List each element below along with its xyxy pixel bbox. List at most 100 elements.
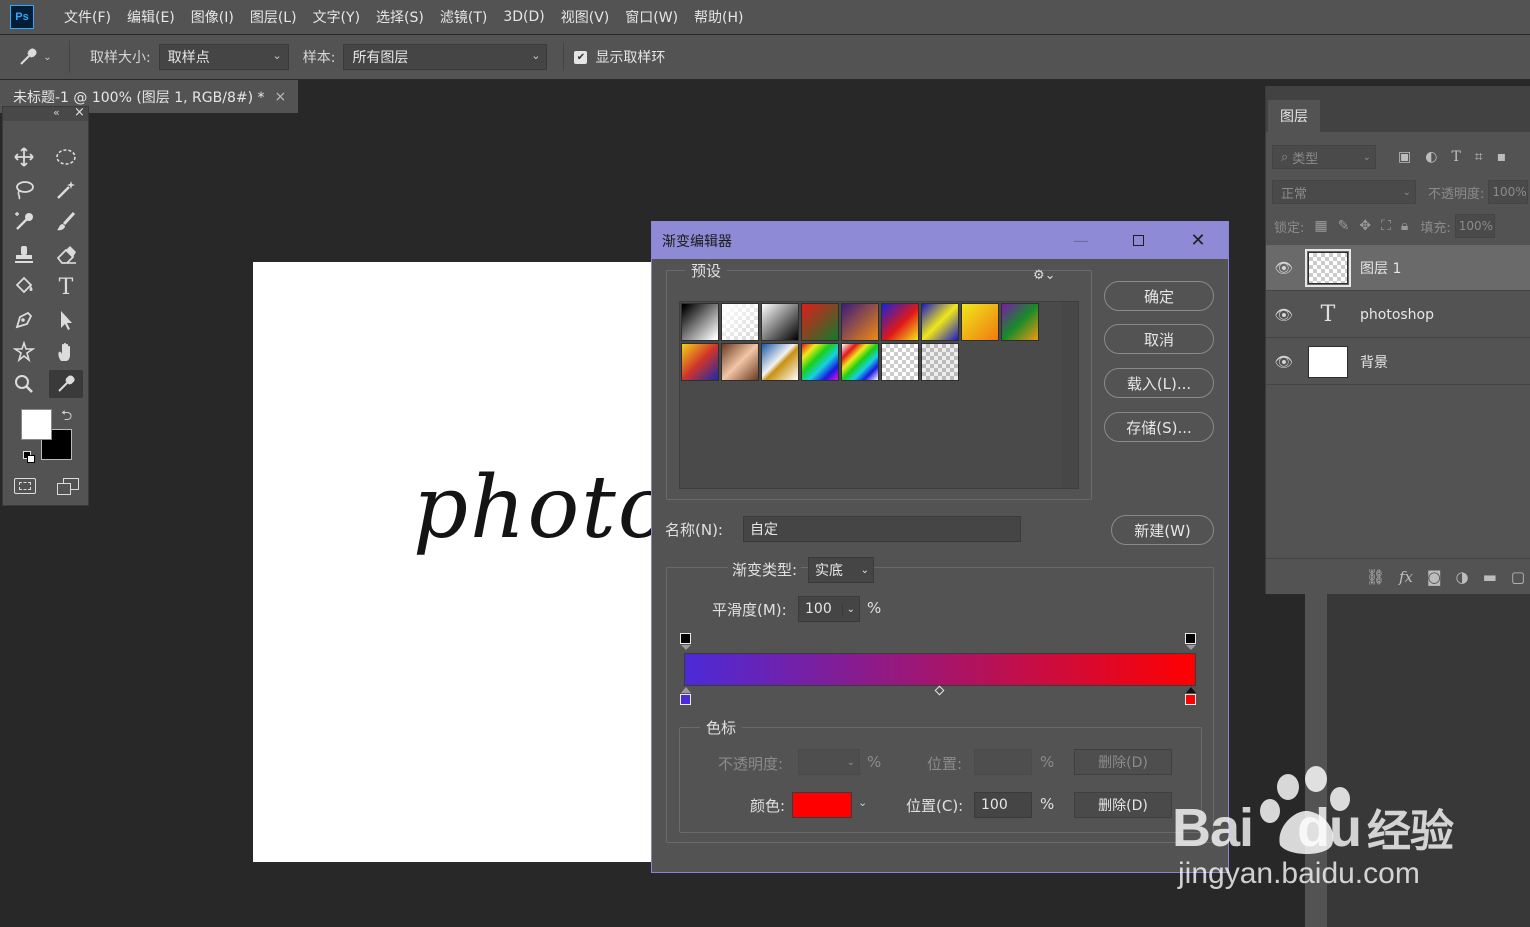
spot-heal-icon[interactable] [7,208,41,236]
lock-position-icon[interactable]: ✥ [1359,218,1371,234]
eyedropper-tool-icon[interactable] [49,370,83,398]
presets-scrollbar[interactable] [1062,302,1078,488]
layer-name[interactable]: photoshop [1360,307,1434,323]
stop-color-swatch[interactable] [792,792,852,818]
brush-icon[interactable] [49,208,83,236]
menu-3d[interactable]: 3D(D) [495,9,552,25]
menu-layer[interactable]: 图层(L) [242,7,305,27]
add-mask-icon[interactable]: ◙ [1427,568,1442,586]
lock-all-icon[interactable]: 🔒︎ [1401,218,1408,234]
quick-mask-icon[interactable] [14,478,36,494]
preset-swatch[interactable] [921,303,959,341]
magic-wand-icon[interactable] [49,176,83,204]
lasso-icon[interactable] [7,176,41,204]
preset-swatch[interactable] [801,343,839,381]
new-layer-icon[interactable]: ▢ [1511,568,1525,586]
opacity-stop-right[interactable] [1185,633,1196,644]
opacity-input[interactable]: 100% [1488,180,1529,204]
preset-swatch[interactable] [721,303,759,341]
document-canvas[interactable]: photo [253,262,653,862]
swap-colors-icon[interactable]: ⮌ [61,405,72,429]
gradient-preview-bar[interactable] [684,653,1196,686]
lock-artboard-icon[interactable]: ⛶ [1381,218,1391,234]
preset-swatch[interactable] [841,343,879,381]
shape-filter-icon[interactable]: ⌗ [1475,149,1483,165]
stamp-icon[interactable] [7,241,41,269]
name-input[interactable]: 自定 [743,516,1021,542]
menu-window[interactable]: 窗口(W) [617,7,686,27]
fx-icon[interactable]: fx [1399,568,1413,586]
visibility-eye-icon[interactable]: 👁︎ [1266,306,1302,324]
preset-swatch[interactable] [721,343,759,381]
delete-color-stop-button[interactable]: 删除(D) [1074,792,1172,818]
path-select-icon[interactable] [49,306,83,334]
menu-file[interactable]: 文件(F) [56,7,119,27]
new-group-icon[interactable]: ▬ [1483,568,1497,586]
marquee-icon[interactable] [49,143,83,171]
maximize-icon[interactable] [1114,222,1162,259]
zoom-icon[interactable] [7,370,41,398]
new-button[interactable]: 新建(W) [1111,515,1214,545]
menu-view[interactable]: 视图(V) [553,7,618,27]
type-icon[interactable]: T [49,273,83,301]
menu-edit[interactable]: 编辑(E) [119,7,183,27]
preset-swatch[interactable] [1001,303,1039,341]
eraser-icon[interactable] [49,241,83,269]
preset-swatch[interactable] [681,303,719,341]
adjustment-filter-icon[interactable]: ◐ [1425,149,1437,165]
blend-mode-select[interactable]: 正常 ⌄ [1272,180,1416,204]
fill-input[interactable]: 100% [1454,214,1495,238]
color-location-input[interactable]: 100 [974,792,1032,818]
preset-swatch[interactable] [761,303,799,341]
color-stop-right[interactable] [1185,694,1196,705]
toolbox-header[interactable]: « × [3,105,88,121]
lock-paint-icon[interactable]: ✎ [1338,218,1350,234]
close-icon[interactable]: × [275,89,287,105]
lock-transparent-icon[interactable]: ▦ [1314,218,1327,234]
close-icon[interactable]: ✕ [1174,222,1222,259]
color-stop-left[interactable] [680,694,691,705]
minimize-icon[interactable]: — [1057,222,1105,259]
adjustment-layer-icon[interactable]: ◑ [1456,568,1469,586]
layer-row[interactable]: 👁︎ 背景 [1266,339,1530,385]
preset-swatch[interactable] [881,303,919,341]
smart-object-filter-icon[interactable]: ▪ [1497,149,1507,165]
ok-button[interactable]: 确定 [1104,281,1214,311]
layer-row[interactable]: 👁︎ 图层 1 [1266,245,1530,291]
paint-bucket-icon[interactable] [7,273,41,301]
preset-swatch[interactable] [961,303,999,341]
collapse-icon[interactable]: « [53,106,60,119]
menu-select[interactable]: 选择(S) [368,7,432,27]
preset-swatch[interactable] [801,303,839,341]
type-filter-icon[interactable]: T [1451,149,1460,165]
link-layers-icon[interactable]: ⛓ [1366,568,1385,586]
cancel-button[interactable]: 取消 [1104,324,1214,354]
layer-name[interactable]: 背景 [1360,352,1388,372]
smoothness-input[interactable]: 100 ⌄ [798,596,860,622]
preset-swatch[interactable] [761,343,799,381]
hand-icon[interactable] [49,338,83,366]
menu-type[interactable]: 文字(Y) [305,7,368,27]
preset-swatch[interactable] [681,343,719,381]
chevron-down-icon[interactable]: ⌄ [858,796,867,809]
shape-icon[interactable] [7,338,41,366]
close-icon[interactable]: × [74,105,85,120]
dialog-titlebar[interactable]: 渐变编辑器 — ✕ [652,222,1228,259]
show-ring-checkbox[interactable]: ✔ [574,50,588,64]
default-colors-icon[interactable] [23,451,35,463]
screen-mode-icon[interactable] [57,478,79,496]
menu-image[interactable]: 图像(I) [183,7,242,27]
preset-swatch[interactable] [921,343,959,381]
load-button[interactable]: 载入(L)... [1104,368,1214,398]
move-icon[interactable] [7,143,41,171]
opacity-stop-left[interactable] [680,633,691,644]
visibility-eye-icon[interactable]: 👁︎ [1266,353,1302,371]
gear-icon[interactable]: ⚙⌄ [1033,268,1056,283]
layer-row[interactable]: 👁︎ T photoshop [1266,292,1530,338]
preset-swatch[interactable] [841,303,879,341]
save-button[interactable]: 存储(S)... [1104,412,1214,442]
sample-select[interactable]: 所有图层 ⌄ [343,44,548,70]
preset-swatch[interactable] [881,343,919,381]
visibility-eye-icon[interactable]: 👁︎ [1266,259,1302,277]
menu-help[interactable]: 帮助(H) [686,7,751,27]
